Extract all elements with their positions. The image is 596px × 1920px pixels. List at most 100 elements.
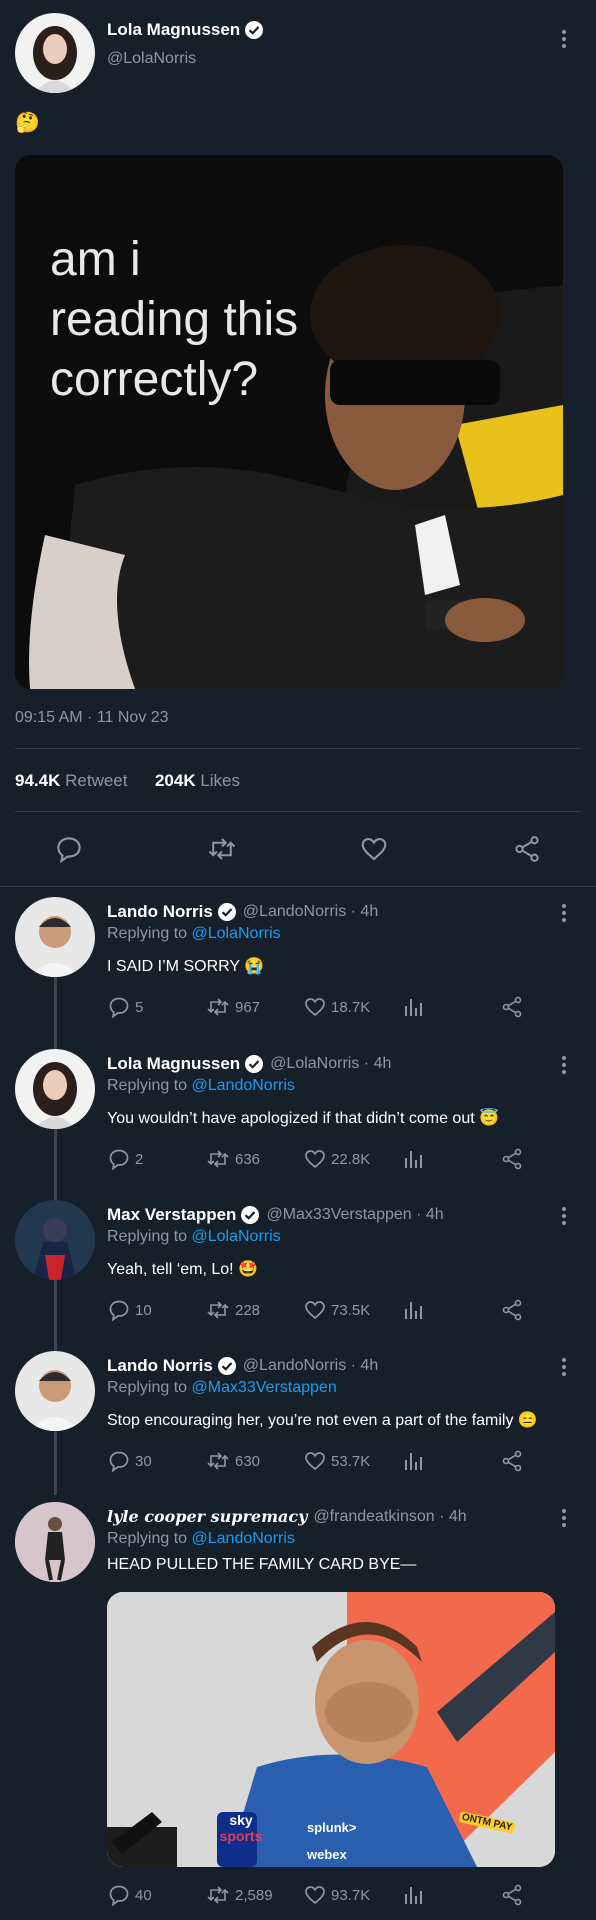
- avatar-portrait: [33, 1062, 77, 1129]
- avatar-portrait: [33, 26, 77, 93]
- reply-button[interactable]: 40: [107, 1883, 152, 1907]
- retweet-button[interactable]: 967: [205, 995, 260, 1019]
- reply-button[interactable]: 2: [107, 1147, 143, 1171]
- stats-button[interactable]: [403, 1450, 425, 1472]
- like-count: 18.7K: [331, 998, 371, 1016]
- author-handle[interactable]: @Max33Verstappen · 4h: [266, 1206, 443, 1224]
- like-button[interactable]: 22.8K: [303, 1147, 370, 1171]
- like-button[interactable]: 73.5K: [303, 1298, 370, 1322]
- reply-button[interactable]: 10: [107, 1298, 152, 1322]
- replying-to-link[interactable]: @LolaNorris: [192, 925, 281, 942]
- avatar-portrait: [15, 1200, 95, 1280]
- stats-button[interactable]: [403, 1148, 425, 1170]
- share-button[interactable]: [500, 1883, 524, 1907]
- share-icon: [515, 836, 539, 862]
- author-name[interactable]: Lola Magnussen: [107, 20, 240, 40]
- avatar[interactable]: [15, 1049, 95, 1129]
- avatar[interactable]: [15, 897, 95, 977]
- retweet-button[interactable]: 228: [205, 1298, 260, 1322]
- tweet-image[interactable]: am i reading this correctly?: [15, 155, 563, 689]
- like-count: 73.5K: [331, 1301, 371, 1319]
- stats-button[interactable]: [403, 996, 425, 1018]
- more-icon[interactable]: [561, 1056, 567, 1077]
- reply-image[interactable]: sky sports splunk> webex ONTM PAY: [107, 1592, 555, 1867]
- author-name[interactable]: Lando Norris: [107, 1356, 213, 1376]
- webex-text: webex: [307, 1847, 347, 1862]
- author-handle[interactable]: @LandoNorris · 4h: [243, 903, 378, 921]
- avatar[interactable]: [15, 1502, 95, 1582]
- stats-button[interactable]: [403, 1884, 425, 1906]
- like-icon: [305, 1452, 325, 1471]
- author-handle[interactable]: @LandoNorris · 4h: [243, 1357, 378, 1375]
- author-handle[interactable]: @frandeatkinson · 4h: [313, 1508, 466, 1526]
- share-button[interactable]: [500, 1147, 524, 1171]
- tweet-stats: 94.4K Retweet 204K Likes: [15, 771, 240, 791]
- like-icon: [361, 837, 387, 861]
- verified-icon: [245, 1055, 264, 1073]
- reply-count: 30: [135, 1452, 152, 1470]
- share-button[interactable]: [500, 995, 524, 1019]
- retweet-count: 967: [235, 998, 261, 1016]
- share-button[interactable]: [500, 1298, 524, 1322]
- reply-count: 2: [135, 1150, 144, 1168]
- replying-to-link[interactable]: @Max33Verstappen: [192, 1379, 337, 1396]
- reply-button[interactable]: 5: [107, 995, 143, 1019]
- share-button[interactable]: [512, 834, 542, 864]
- retweet-icon: [207, 1886, 229, 1904]
- sky-text: sky: [229, 1812, 253, 1828]
- author-name[interactable]: Max Verstappen: [107, 1205, 236, 1225]
- reply-icon: [57, 837, 81, 864]
- retweet-button[interactable]: [206, 834, 238, 864]
- more-icon[interactable]: [561, 1358, 567, 1379]
- more-icon[interactable]: [561, 904, 567, 925]
- avatar[interactable]: [15, 1200, 95, 1280]
- verified-icon: [245, 21, 264, 39]
- like-label[interactable]: Likes: [200, 771, 240, 790]
- sports-text: sports: [219, 1828, 263, 1844]
- stats-button[interactable]: [403, 1299, 425, 1321]
- reply-icon: [109, 1300, 129, 1322]
- replying-to-link[interactable]: @LandoNorris: [192, 1077, 295, 1094]
- retweet-label[interactable]: Retweet: [65, 771, 127, 790]
- stats-icon: [405, 999, 422, 1016]
- retweet-button[interactable]: 630: [205, 1449, 260, 1473]
- share-button[interactable]: [500, 1449, 524, 1473]
- reply-button[interactable]: [54, 834, 84, 864]
- author-handle[interactable]: @LolaNorris · 4h: [270, 1055, 391, 1073]
- stats-icon: [405, 1453, 422, 1470]
- share-icon: [502, 1299, 522, 1321]
- like-button[interactable]: 18.7K: [303, 995, 370, 1019]
- author-name[interactable]: Lando Norris: [107, 902, 213, 922]
- replying-to-link[interactable]: @LolaNorris: [192, 1228, 281, 1245]
- avatar-portrait: [30, 1370, 80, 1431]
- stats-icon: [405, 1151, 422, 1168]
- more-icon[interactable]: [561, 1509, 567, 1530]
- retweet-count: 228: [235, 1301, 261, 1319]
- like-count[interactable]: 204K: [155, 771, 196, 790]
- avatar[interactable]: [15, 13, 95, 93]
- author-name[interactable]: lyle cooper supremacy: [107, 1507, 307, 1526]
- replying-to-link[interactable]: @LandoNorris: [192, 1530, 295, 1547]
- like-button[interactable]: 53.7K: [303, 1449, 370, 1473]
- like-button[interactable]: [359, 834, 389, 864]
- avatar[interactable]: [15, 1351, 95, 1431]
- tweet-text: 🤔: [15, 112, 40, 134]
- more-icon[interactable]: [561, 1207, 567, 1228]
- like-icon: [305, 1150, 325, 1169]
- retweet-count: 630: [235, 1452, 261, 1470]
- stats-icon: [405, 1887, 422, 1904]
- more-icon[interactable]: [561, 30, 567, 51]
- retweet-icon: [207, 998, 229, 1016]
- splunk-text: splunk>: [307, 1820, 357, 1835]
- divider: [0, 886, 596, 887]
- like-button[interactable]: 93.7K: [303, 1883, 370, 1907]
- retweet-count[interactable]: 94.4K: [15, 771, 60, 790]
- retweet-button[interactable]: 2,589: [205, 1883, 273, 1907]
- author-name[interactable]: Lola Magnussen: [107, 1054, 240, 1074]
- author-handle[interactable]: @LolaNorris: [107, 50, 196, 68]
- reply-count: 40: [135, 1886, 152, 1904]
- retweet-button[interactable]: 636: [205, 1147, 260, 1171]
- like-icon: [305, 1301, 325, 1320]
- retweet-icon: [208, 838, 236, 860]
- reply-button[interactable]: 30: [107, 1449, 152, 1473]
